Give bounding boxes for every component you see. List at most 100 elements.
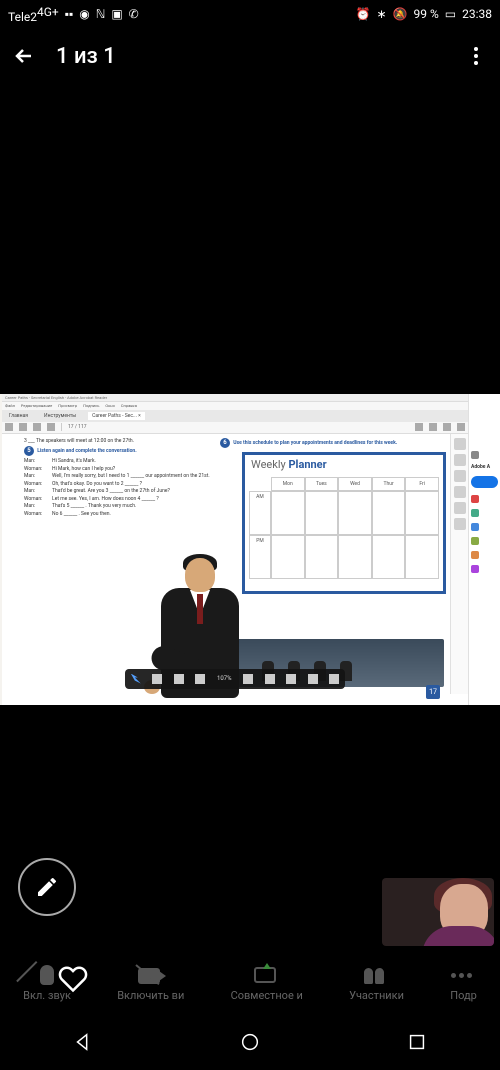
tool-icon[interactable] (454, 454, 466, 466)
panel-icon[interactable] (471, 523, 479, 531)
nav-home-button[interactable] (239, 1031, 261, 1053)
carrier: Tele24G+ (8, 5, 59, 24)
back-button[interactable] (12, 44, 36, 68)
exercise-line-3: 3 ___ The speakers will meet at 12:00 on… (24, 438, 214, 445)
tab-bar: Главная Инструменты Career Paths - Sec..… (2, 410, 468, 422)
pdf-toolbar: 17 / 117 (2, 422, 468, 434)
image-viewport[interactable]: Career Paths - Secretarial English - Ado… (0, 84, 500, 1014)
menu-bar: Файл Редактирование Просмотр Подпись Окн… (2, 402, 468, 410)
nfc-icon: ℕ (96, 7, 106, 21)
page-number-badge: 17 (426, 685, 440, 699)
panel-icon[interactable] (471, 551, 479, 559)
tool-icon[interactable] (454, 486, 466, 498)
exercise-badge-5: 5 (24, 446, 34, 456)
tab-home[interactable]: Главная (5, 412, 32, 420)
sign-icon[interactable] (443, 423, 451, 431)
read-icon[interactable] (329, 674, 339, 684)
tool-icon[interactable] (454, 470, 466, 482)
menu-edit[interactable]: Редактирование (21, 403, 52, 409)
edit-button[interactable] (18, 858, 76, 916)
tab-document[interactable]: Career Paths - Sec... × (88, 412, 145, 420)
day-fri: Fri (405, 477, 439, 491)
panel-icon[interactable] (471, 495, 479, 503)
app-header: 1 из 1 (0, 28, 500, 84)
menu-file[interactable]: Файл (5, 403, 15, 409)
exercise-5-title: Listen again and complete the conversati… (37, 448, 136, 454)
tool-icon[interactable] (454, 438, 466, 450)
page-title: 1 из 1 (56, 44, 464, 69)
weekly-planner: Weekly Planner Mon Tues Wed Thur Fri (242, 452, 446, 594)
save-icon[interactable] (5, 423, 13, 431)
more-button[interactable]: Подр (450, 965, 477, 1002)
status-bar: Tele24G+ ▪▪ ◉ ℕ ▣ ✆ ⏰ ∗ 🔕 99 % ▭ 23:38 (0, 0, 500, 28)
row-pm: PM (249, 535, 271, 579)
tab-tools[interactable]: Инструменты (40, 412, 80, 420)
fullscreen-icon[interactable] (308, 674, 318, 684)
page-indicator: 17 / 117 (68, 424, 87, 430)
panel-icon[interactable] (471, 509, 479, 517)
day-mon: Mon (271, 477, 305, 491)
menu-view[interactable]: Просмотр (58, 403, 77, 409)
clock: 23:38 (462, 7, 492, 21)
panel-icon[interactable] (471, 451, 479, 459)
window-titlebar: Career Paths - Secretarial English - Ado… (2, 394, 468, 402)
tool-icon[interactable] (454, 502, 466, 514)
day-thu: Thur (372, 477, 406, 491)
zoom-level: 107% (217, 675, 232, 682)
fit-icon[interactable] (265, 674, 275, 684)
day-wed: Wed (338, 477, 372, 491)
mail-icon[interactable] (33, 423, 41, 431)
control-label: Подр (450, 989, 477, 1002)
print-icon[interactable] (19, 423, 27, 431)
panel-icon[interactable] (471, 537, 479, 545)
select-icon[interactable] (174, 674, 184, 684)
pdf-page: 3 ___ The speakers will meet at 12:00 on… (20, 434, 450, 705)
meeting-controls: Вкл. звук Включить ви Совместное и Участ… (0, 952, 500, 1014)
day-tue: Tues (305, 477, 339, 491)
wifi-icon: ◉ (79, 7, 89, 21)
signal-icon: ▪▪ (65, 7, 74, 21)
menu-help[interactable]: Справка (121, 403, 137, 409)
cursor-icon[interactable] (131, 674, 141, 684)
panel-icon[interactable] (471, 565, 479, 573)
menu-sign[interactable]: Подпись (83, 403, 99, 409)
hand-icon[interactable] (152, 674, 162, 684)
menu-window[interactable]: Окно (105, 403, 115, 409)
notification-icon: ▣ (111, 7, 122, 21)
zoom-out-icon[interactable] (195, 674, 205, 684)
participants-button[interactable]: Участники (349, 965, 404, 1002)
pdf-reader-window: Career Paths - Secretarial English - Ado… (2, 394, 468, 705)
bluetooth-icon: ∗ (376, 7, 386, 21)
rotate-icon[interactable] (286, 674, 296, 684)
control-label: Включить ви (117, 989, 184, 1002)
exercise-badge-6: 6 (220, 438, 230, 448)
whatsapp-icon: ✆ (129, 7, 139, 21)
screenshot-content: Career Paths - Secretarial English - Ado… (0, 394, 500, 705)
floating-toolbar: 107% (125, 669, 345, 689)
nav-recent-button[interactable] (406, 1031, 428, 1053)
more-menu-button[interactable] (464, 44, 488, 68)
control-label: Совместное и (231, 989, 303, 1002)
pdf-right-rail (450, 434, 468, 694)
row-am: AM (249, 491, 271, 535)
battery-icon: ▭ (445, 7, 456, 21)
start-video-button[interactable]: Включить ви (117, 965, 184, 1002)
unmute-button[interactable]: Вкл. звук (23, 965, 71, 1002)
zoom-in-icon[interactable] (243, 674, 253, 684)
highlight-icon[interactable] (429, 423, 437, 431)
search-icon[interactable] (47, 423, 55, 431)
annotate-icon[interactable] (415, 423, 423, 431)
control-label: Участники (349, 989, 404, 1002)
battery-pct: 99 % (414, 7, 439, 21)
android-nav-bar (0, 1014, 500, 1070)
nav-back-button[interactable] (72, 1031, 94, 1053)
panel-cta-button[interactable] (471, 476, 498, 488)
alarm-icon: ⏰ (356, 7, 371, 21)
exercise-6-title: Use this schedule to plan your appointme… (233, 440, 397, 446)
participant-video-thumbnail[interactable] (382, 878, 494, 946)
side-panel: Adobe A (468, 394, 500, 705)
stamp-icon[interactable] (457, 423, 465, 431)
tool-icon[interactable] (454, 518, 466, 530)
share-button[interactable]: Совместное и (231, 965, 303, 1002)
panel-title: Adobe A (469, 462, 500, 472)
